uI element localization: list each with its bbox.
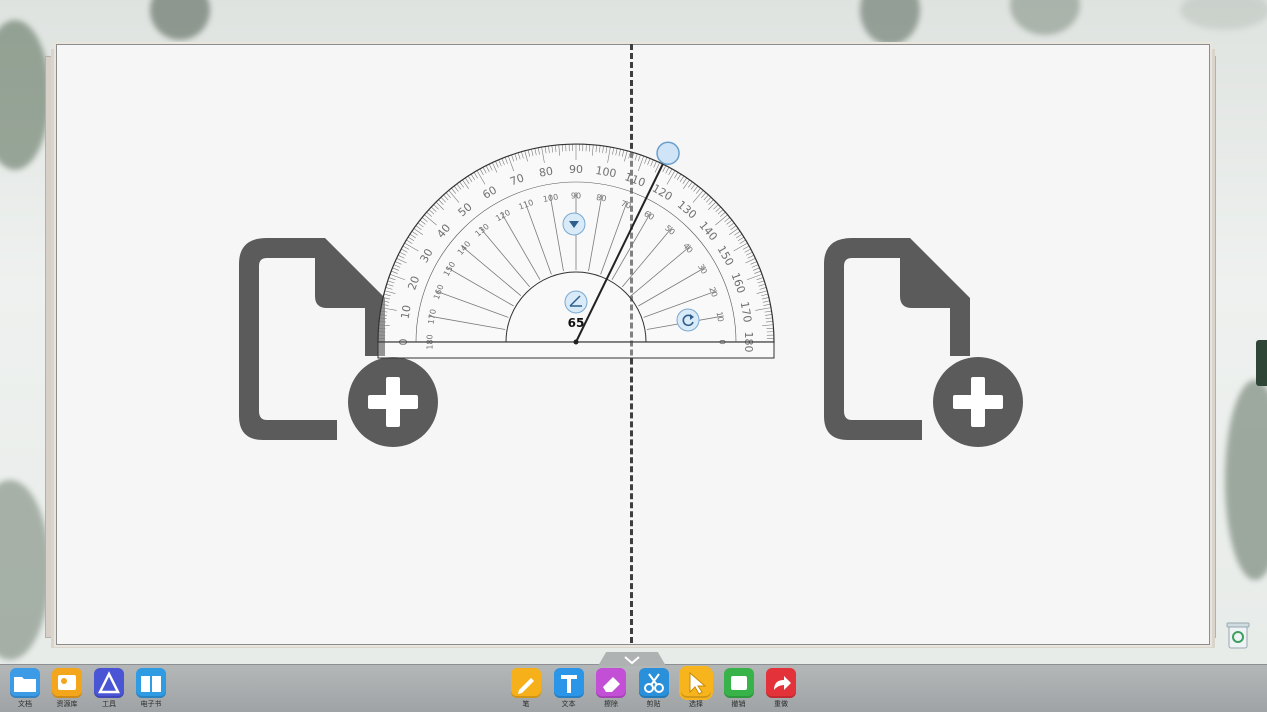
side-panel-tab[interactable]	[1256, 340, 1267, 386]
book-page-edge-left	[45, 56, 54, 638]
toolbar-clip-label: 剪贴	[647, 700, 661, 708]
toolbar-pen-button[interactable]: 笔	[509, 668, 543, 711]
eraser-icon	[596, 668, 626, 698]
toolbar-redo-label: 重做	[774, 700, 788, 708]
cursor-icon	[681, 668, 711, 698]
protractor-reset-button[interactable]	[677, 309, 699, 331]
add-document-icon	[822, 236, 1027, 451]
toolbar-eraser-label: 擦除	[604, 700, 618, 708]
toolbar-text-label: 文本	[562, 700, 576, 708]
book-icon	[136, 668, 166, 698]
protractor-tool[interactable]: 0102030405060708090100110120130140150160…	[360, 130, 790, 370]
toolbar-pen-label: 笔	[523, 700, 530, 708]
recycle-bin-icon[interactable]	[1224, 618, 1252, 652]
background-ink-tree	[1010, 0, 1080, 35]
toolbar-redo-button[interactable]: 重做	[764, 668, 798, 711]
toolbar-documents-button[interactable]: 文档	[8, 668, 42, 711]
add-page-right-button[interactable]	[822, 236, 1027, 451]
toolbar-courseware-label: 资源库	[57, 700, 78, 708]
redo-icon	[766, 668, 796, 698]
toolbar-tools-label: 工具	[102, 700, 116, 708]
background-ink-tree	[1225, 380, 1267, 580]
toolbar-select-label: 选择	[689, 700, 703, 708]
protractor-down-button[interactable]	[563, 213, 585, 235]
protractor-angle-button[interactable]	[565, 291, 587, 313]
background-ink-boat	[1180, 0, 1267, 30]
toolbar-undo-button[interactable]: 撤销	[722, 668, 756, 711]
toolbar-collapse-button[interactable]	[598, 652, 666, 666]
toolbar-ebook-button[interactable]: 电子书	[134, 668, 168, 711]
background-ink-tree	[860, 0, 920, 45]
scissors-icon	[639, 668, 669, 698]
undo-icon	[724, 668, 754, 698]
courseware-icon	[52, 668, 82, 698]
triangle-ruler-icon	[94, 668, 124, 698]
toolbar-tools-button[interactable]: 工具	[92, 668, 126, 711]
pen-icon	[511, 668, 541, 698]
toolbar-undo-label: 撤销	[732, 700, 746, 708]
folder-icon	[10, 668, 40, 698]
toolbar-text-button[interactable]: 文本	[552, 668, 586, 711]
toolbar-clip-button[interactable]: 剪贴	[637, 668, 671, 711]
background-ink-hill	[0, 480, 50, 660]
toolbar-ebook-label: 电子书	[141, 700, 162, 708]
text-icon	[554, 668, 584, 698]
background-ink-tree	[0, 20, 50, 170]
toolbar-courseware-button[interactable]: 资源库	[50, 668, 84, 711]
protractor-rotate-handle[interactable]	[657, 142, 679, 164]
toolbar-select-button[interactable]: 选择	[679, 668, 713, 711]
background-ink-tree	[150, 0, 210, 40]
bottom-toolbar	[0, 664, 1267, 712]
protractor-angle-readout: 65	[568, 316, 585, 330]
toolbar-eraser-button[interactable]: 擦除	[594, 668, 628, 711]
chevron-down-icon	[598, 653, 666, 667]
toolbar-documents-label: 文档	[18, 700, 32, 708]
